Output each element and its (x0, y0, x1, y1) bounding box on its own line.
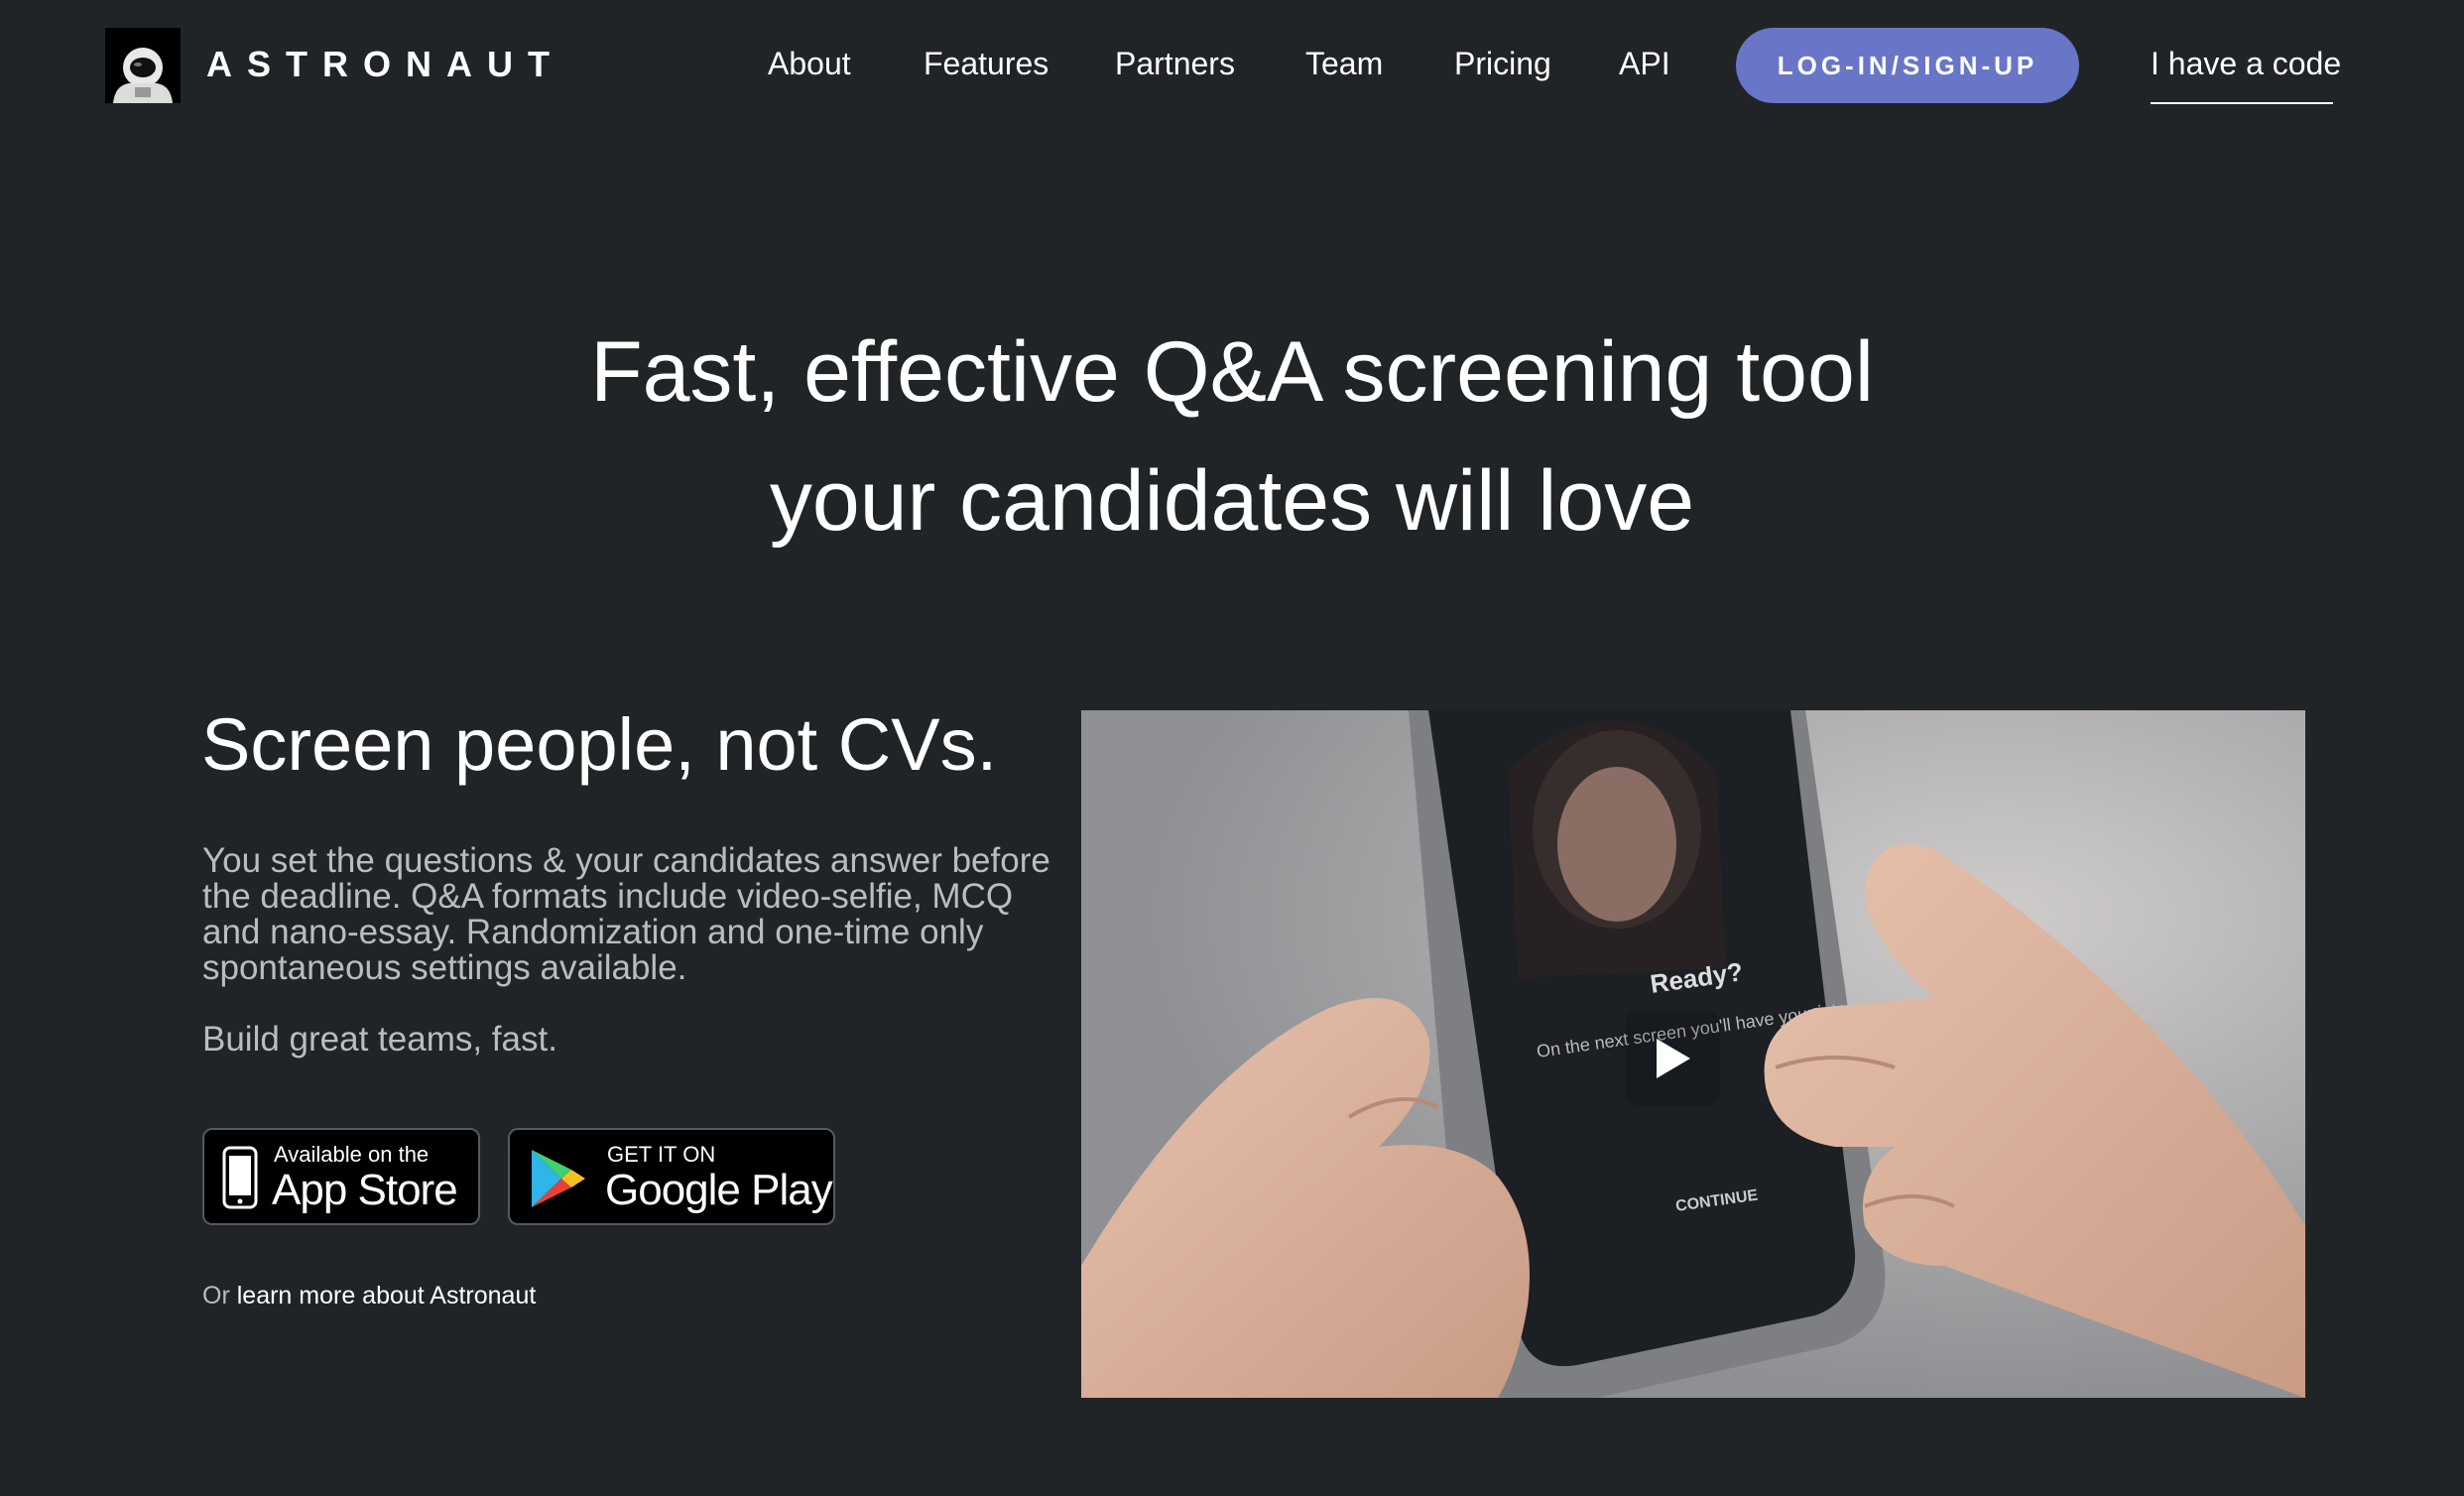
nav-pricing-link[interactable]: Pricing (1454, 46, 1551, 82)
play-icon (1657, 1039, 1690, 1078)
google-play-button[interactable]: GET IT ON Google Play (508, 1128, 835, 1225)
section-title: Screen people, not CVs. (201, 703, 998, 786)
section-tagline: Build great teams, fast. (202, 1020, 557, 1059)
learn-more-line: Or learn more about Astronaut (202, 1282, 536, 1310)
have-code-link[interactable]: I have a code (2151, 46, 2341, 82)
nav-api-link[interactable]: API (1619, 46, 1670, 82)
have-code-underline (2151, 102, 2333, 104)
nav-about-link[interactable]: About (768, 46, 851, 82)
brand-name[interactable]: ASTRONAUT (206, 44, 564, 85)
login-signup-button[interactable]: LOG-IN/SIGN-UP (1736, 28, 2079, 103)
nav-team-link[interactable]: Team (1305, 46, 1383, 82)
google-play-icon (530, 1148, 587, 1214)
nav-partners-link[interactable]: Partners (1115, 46, 1235, 82)
apple-icon (222, 1146, 258, 1214)
astronaut-logo-icon[interactable] (105, 28, 181, 103)
intro-video[interactable]: Ready? On the next screen you'll have yo… (1081, 710, 2305, 1398)
app-store-big-label: App Store (272, 1166, 458, 1214)
learn-more-link[interactable]: learn more about Astronaut (237, 1282, 537, 1309)
hero-heading: Fast, effective Q&A screening tool your … (0, 308, 2464, 565)
app-store-small-label: Available on the (274, 1142, 430, 1167)
nav-features-link[interactable]: Features (924, 46, 1048, 82)
hero-line-1: Fast, effective Q&A screening tool (590, 324, 1874, 420)
google-play-big-label: Google Play (605, 1166, 833, 1214)
hero-line-2: your candidates will love (769, 453, 1695, 549)
play-button[interactable] (1625, 1011, 1720, 1106)
top-navbar: ASTRONAUT About Features Partners Team P… (0, 0, 2464, 134)
app-store-button[interactable]: Available on the App Store (202, 1128, 480, 1225)
section-description: You set the questions & your candidates … (202, 841, 1050, 987)
learn-more-prefix: Or (202, 1282, 230, 1309)
google-play-small-label: GET IT ON (607, 1142, 716, 1167)
